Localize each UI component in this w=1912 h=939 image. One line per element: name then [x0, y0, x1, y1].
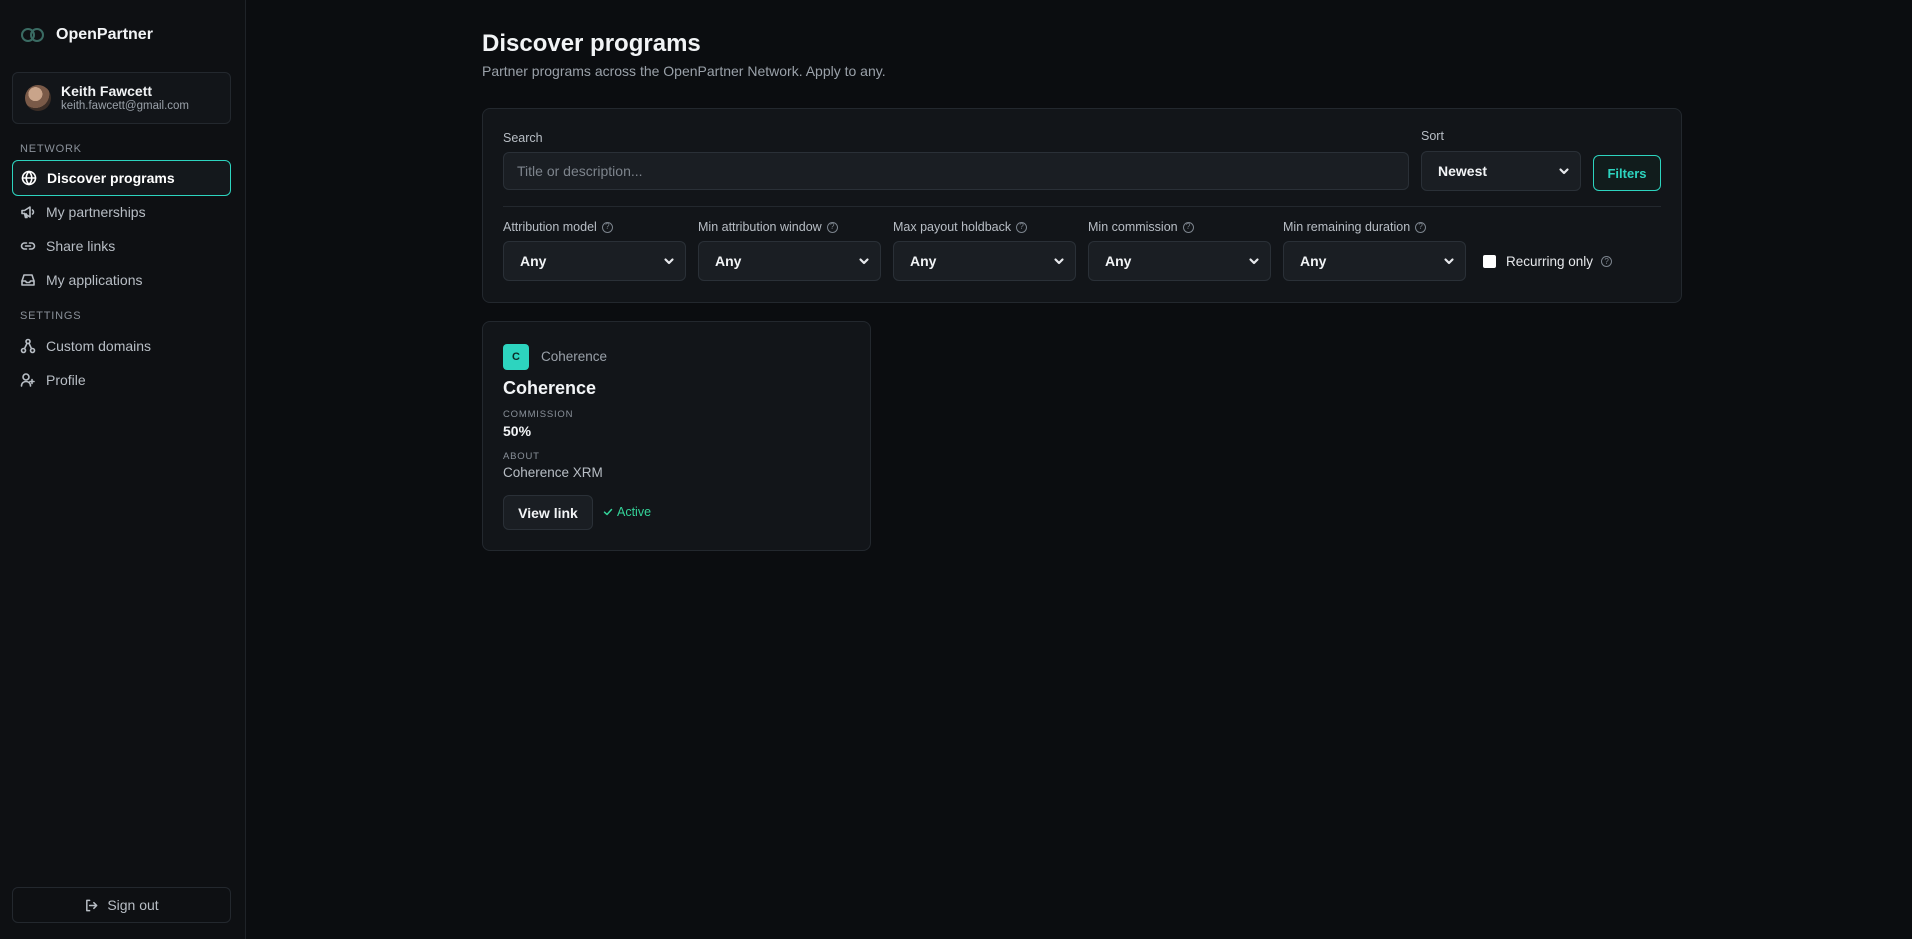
filters-button[interactable]: Filters [1593, 155, 1661, 191]
network-icon [20, 338, 36, 354]
link-icon [20, 242, 36, 250]
sidebar-item-my-applications[interactable]: My applications [12, 262, 231, 298]
globe-icon [21, 170, 37, 186]
recurring-label-text: Recurring only [1506, 254, 1594, 269]
user-icon [20, 373, 35, 387]
openpartner-logo-icon [21, 28, 44, 42]
select-value: Any [910, 253, 937, 269]
sidebar-item-label: My partnerships [46, 204, 146, 220]
search-label: Search [503, 131, 543, 145]
help-icon[interactable]: ? [826, 221, 838, 233]
about-label: ABOUT [503, 451, 540, 462]
min-attribution-window-label: Min attribution window ? [698, 220, 838, 234]
settings-section-label: SETTINGS [20, 310, 82, 322]
min-commission-select[interactable]: Any [1088, 241, 1271, 281]
max-payout-holdback-label: Max payout holdback ? [893, 220, 1028, 234]
status-badge: Active [603, 505, 651, 519]
select-value: Any [1105, 253, 1132, 269]
filter-label-text: Min remaining duration [1283, 220, 1411, 234]
recurring-only-label: Recurring only ? [1506, 254, 1613, 269]
sidebar-item-share-links[interactable]: Share links [12, 228, 231, 264]
sidebar-item-label: Share links [46, 238, 116, 254]
view-link-button[interactable]: View link [503, 495, 593, 530]
select-value: Any [715, 253, 742, 269]
attribution-model-select[interactable]: Any [503, 241, 686, 281]
recurring-only-checkbox[interactable] [1483, 255, 1496, 268]
min-remaining-duration-select[interactable]: Any [1283, 241, 1466, 281]
sign-out-icon [86, 899, 98, 911]
program-card: C Coherence Coherence COMMISSION 50% ABO… [482, 321, 871, 551]
min-commission-label: Min commission ? [1088, 220, 1194, 234]
avatar [25, 85, 51, 111]
chevron-down-icon [1249, 258, 1259, 265]
sidebar-item-label: Profile [46, 372, 86, 388]
chevron-down-icon [1444, 258, 1454, 265]
min-remaining-duration-label: Min remaining duration ? [1283, 220, 1427, 234]
inbox-icon [21, 274, 35, 286]
page-title: Discover programs [482, 30, 701, 57]
sidebar: OpenPartner Keith Fawcett keith.fawcett@… [0, 0, 246, 939]
megaphone-icon [21, 206, 35, 219]
chevron-down-icon [1054, 258, 1064, 265]
min-attribution-window-select[interactable]: Any [698, 241, 881, 281]
sidebar-item-label: Discover programs [47, 170, 175, 186]
attribution-model-label: Attribution model ? [503, 220, 613, 234]
sort-select-value: Newest [1438, 163, 1488, 179]
check-icon [603, 508, 613, 516]
user-email: keith.fawcett@gmail.com [61, 100, 189, 112]
program-title: Coherence [503, 378, 597, 398]
help-icon[interactable]: ? [1182, 221, 1194, 233]
sidebar-item-discover-programs[interactable]: Discover programs [12, 160, 231, 196]
page-subtitle: Partner programs across the OpenPartner … [482, 63, 886, 79]
filter-label-text: Min commission [1088, 220, 1178, 234]
user-name: Keith Fawcett [61, 83, 153, 99]
sidebar-item-profile[interactable]: Profile [12, 362, 231, 398]
chevron-down-icon [1559, 168, 1569, 175]
chevron-down-icon [664, 258, 674, 265]
about-value: Coherence XRM [503, 465, 603, 480]
sidebar-item-custom-domains[interactable]: Custom domains [12, 328, 231, 364]
sort-label: Sort [1421, 129, 1444, 143]
status-text: Active [617, 505, 652, 519]
help-icon[interactable]: ? [1601, 256, 1613, 267]
help-icon[interactable]: ? [1016, 221, 1028, 233]
brand-name: OpenPartner [56, 26, 153, 43]
divider [503, 206, 1661, 207]
sidebar-item-label: My applications [46, 272, 143, 288]
commission-label: COMMISSION [503, 409, 574, 420]
help-icon[interactable]: ? [601, 221, 613, 233]
sign-out-button[interactable]: Sign out [12, 887, 231, 923]
network-section-label: NETWORK [20, 143, 82, 155]
sign-out-label: Sign out [107, 897, 159, 913]
select-value: Any [520, 253, 547, 269]
filter-label-text: Min attribution window [698, 220, 822, 234]
sidebar-item-label: Custom domains [46, 338, 152, 354]
filter-label-text: Attribution model [503, 220, 597, 234]
max-payout-holdback-select[interactable]: Any [893, 241, 1076, 281]
brand[interactable]: OpenPartner [20, 24, 153, 46]
filter-label-text: Max payout holdback [893, 220, 1012, 234]
chevron-down-icon [859, 258, 869, 265]
sidebar-item-my-partnerships[interactable]: My partnerships [12, 194, 231, 230]
sort-select[interactable]: Newest [1421, 151, 1581, 191]
filters-panel: Search Sort Newest Filters Attribution m… [482, 108, 1682, 303]
program-company: Coherence [541, 349, 608, 364]
program-logo: C [503, 344, 529, 370]
search-input[interactable] [503, 152, 1409, 190]
user-card[interactable]: Keith Fawcett keith.fawcett@gmail.com [12, 72, 231, 124]
help-icon[interactable]: ? [1415, 221, 1427, 233]
commission-value: 50% [503, 423, 532, 439]
select-value: Any [1300, 253, 1327, 269]
